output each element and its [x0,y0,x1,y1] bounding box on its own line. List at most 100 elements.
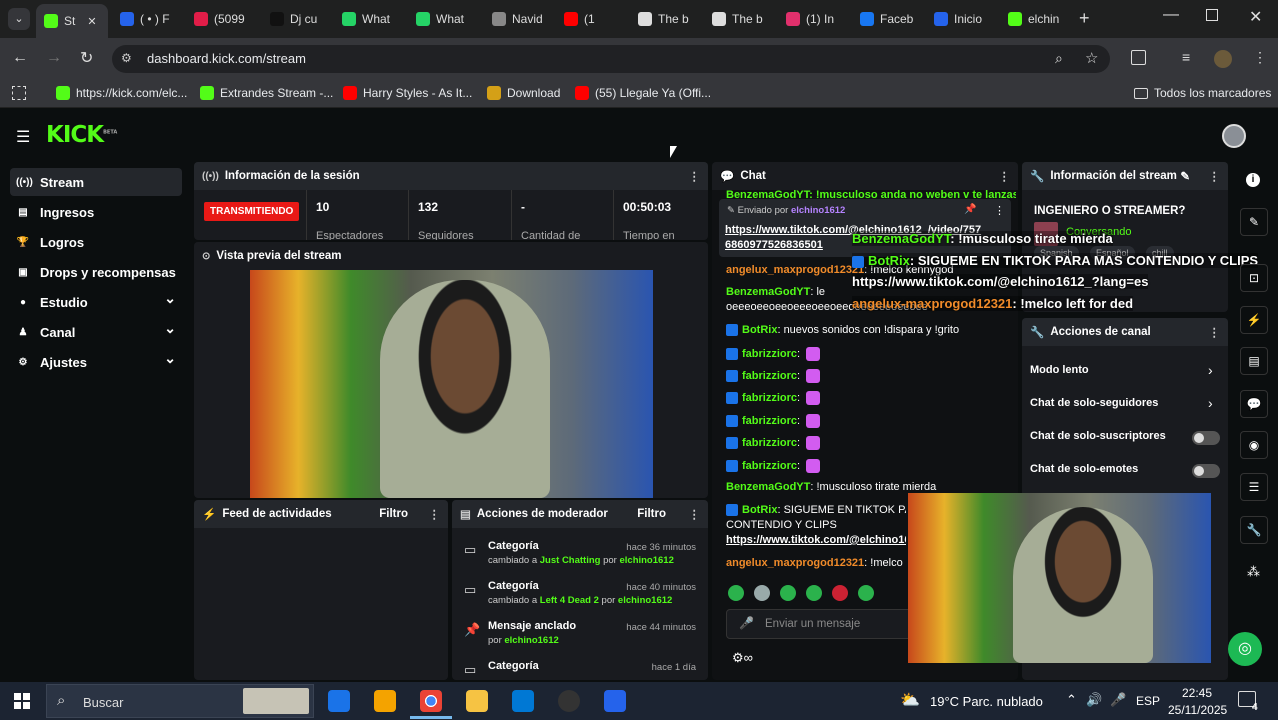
emote-icon[interactable] [728,585,744,601]
channel-action-label[interactable]: Chat de solo-suscriptores [1030,430,1166,442]
all-bookmarks[interactable]: Todos los marcadores [1134,86,1271,100]
sidebar-item-canal[interactable]: ♟ Canal ⌄ [10,318,182,346]
app-icon[interactable] [374,690,396,712]
sidebar-item-logros[interactable]: 🏆 Logros [10,228,182,256]
volume-icon[interactable]: 🔊 [1086,692,1102,708]
emote-icon[interactable] [832,585,848,601]
rail-layout-icon[interactable]: ⊡ [1240,264,1268,292]
emote-icon[interactable] [754,585,770,601]
rail-server-icon[interactable]: ☰ [1240,473,1268,501]
app2-icon[interactable] [558,690,580,712]
chat-username[interactable]: BotRix [742,504,777,516]
browser-tab[interactable]: (1) In [778,6,848,32]
rail-bolt-icon[interactable]: ⚡ [1240,306,1268,334]
channel-actions-menu-icon[interactable]: ⋮ [1209,325,1221,339]
chat-input[interactable]: 🎤 Enviar un mensaje [726,609,916,639]
language-indicator[interactable]: ESP [1136,694,1160,708]
pinned-link-2[interactable]: 6860977526836501 [725,239,823,251]
browser-tab[interactable]: elchin [1000,6,1070,32]
chat-username[interactable]: BenzemaGodYT [726,286,810,298]
chat-username[interactable]: fabrizziorc [742,415,797,427]
sidebar-item-stream[interactable]: ((•)) Stream [10,168,182,196]
windows-start-icon[interactable] [14,693,30,709]
chat-username[interactable]: BenzemaGodYT [726,481,810,493]
chat-username[interactable]: BotRix [742,324,777,336]
close-tab-icon[interactable]: ✕ [87,15,96,28]
chat-username[interactable]: fabrizziorc [742,437,797,449]
extensions-icon[interactable] [1131,50,1146,65]
taskbar-search[interactable]: ⌕ Buscar [46,684,314,718]
stream-video[interactable] [250,270,653,498]
sidebar-item-estudio[interactable]: ● Estudio ⌄ [10,288,182,316]
rail-broadcast-icon[interactable]: ◉ [1240,431,1268,459]
rail-chat-icon[interactable]: 💬 [1240,390,1268,418]
bookmark-item[interactable]: Extrandes Stream -... [200,86,333,100]
forward-icon[interactable]: → [46,49,62,67]
sidebar-item-ingresos[interactable]: ▤ Ingresos [10,198,182,226]
browser-tab[interactable]: Faceb [852,6,922,32]
info-icon[interactable]: i [1246,173,1260,187]
bookmark-item[interactable]: https://kick.com/elc... [56,86,187,100]
channel-action-label[interactable]: Modo lento [1030,364,1089,376]
stream-info-menu-icon[interactable]: ⋮ [1209,169,1221,183]
hamburger-menu-icon[interactable]: ☰ [16,127,30,147]
pin-icon[interactable]: 📌 [964,204,976,215]
tray-chevron-icon[interactable]: ⌃ [1066,692,1077,708]
tab-search-button[interactable]: ⌄ [8,8,30,30]
channel-action-label[interactable]: Chat de solo-emotes [1030,463,1138,475]
back-icon[interactable]: ← [12,49,28,67]
outlook-icon[interactable] [328,690,350,712]
chat-menu-icon[interactable]: ⋮ [999,169,1011,183]
emote-icon[interactable] [806,585,822,601]
user-avatar[interactable] [1222,124,1246,148]
browser-tab[interactable]: Inicio [926,6,996,32]
session-menu-icon[interactable]: ⋮ [689,169,701,183]
chat-username[interactable]: fabrizziorc [742,370,797,382]
file-explorer-icon[interactable] [466,690,488,712]
browser-tab[interactable]: The b [630,6,700,32]
rail-doc-icon[interactable]: ▤ [1240,347,1268,375]
browser-tab[interactable]: Navid [484,6,552,32]
sidebar-item-ajustes[interactable]: ⚙ Ajustes ⌄ [10,348,182,376]
feed-filter-button[interactable]: Filtro [379,508,408,520]
maximize-icon[interactable] [1206,9,1218,21]
mod-filter-button[interactable]: Filtro [637,508,666,520]
browser-tab[interactable]: ( • ) F [112,6,182,32]
toggle-switch[interactable] [1192,464,1220,478]
browser-tab[interactable]: (1 [556,6,626,32]
profile-avatar[interactable] [1214,50,1232,68]
mod-menu-icon[interactable]: ⋮ [689,507,701,521]
sidebar-item-drops[interactable]: ▣ Drops y recompensas [10,258,182,286]
emote-icon[interactable] [858,585,874,601]
rail-wrench-icon[interactable]: 🔧 [1240,516,1268,544]
chat-username[interactable]: angelux_maxprogod12321 [726,264,864,276]
browser-tab[interactable]: St ✕ [36,4,108,38]
chevron-right-icon[interactable]: › [1208,362,1213,378]
media-icon[interactable]: ≡ [1182,49,1190,65]
new-tab-icon[interactable]: + [1079,8,1090,29]
chat-username[interactable]: fabrizziorc [742,460,797,472]
emote-icon[interactable] [780,585,796,601]
star-icon[interactable]: ☆ [1085,49,1098,67]
help-fab[interactable]: ◎ [1228,632,1262,666]
chat-username[interactable]: fabrizziorc [742,392,797,404]
bookmark-item[interactable]: Harry Styles - As It... [343,86,472,100]
zoom-icon[interactable]: ⌕ [1055,50,1063,67]
edit-icon[interactable]: ✎ [1180,169,1190,183]
browser-tab[interactable]: What [408,6,480,32]
apps-grid-icon[interactable] [12,86,26,100]
store-icon[interactable] [512,690,534,712]
browser-tab[interactable]: Dj cu [262,6,330,32]
toggle-switch[interactable] [1192,431,1220,445]
rail-share-icon[interactable]: ⁂ [1247,564,1260,580]
clock-date[interactable]: 25/11/2025 [1168,703,1227,717]
browser-menu-icon[interactable]: ⋮ [1253,49,1267,66]
mic-tray-icon[interactable]: 🎤 [1110,692,1126,708]
chrome-icon[interactable] [420,690,442,712]
kick-logo[interactable]: KICKBETA [46,122,117,148]
chevron-right-icon[interactable]: › [1208,395,1213,411]
browser-tab[interactable]: The b [704,6,774,32]
browser-tab[interactable]: (5099 [186,6,258,32]
pinned-menu-icon[interactable]: ⋮ [994,204,1005,217]
browser-tab[interactable]: What [334,6,404,32]
